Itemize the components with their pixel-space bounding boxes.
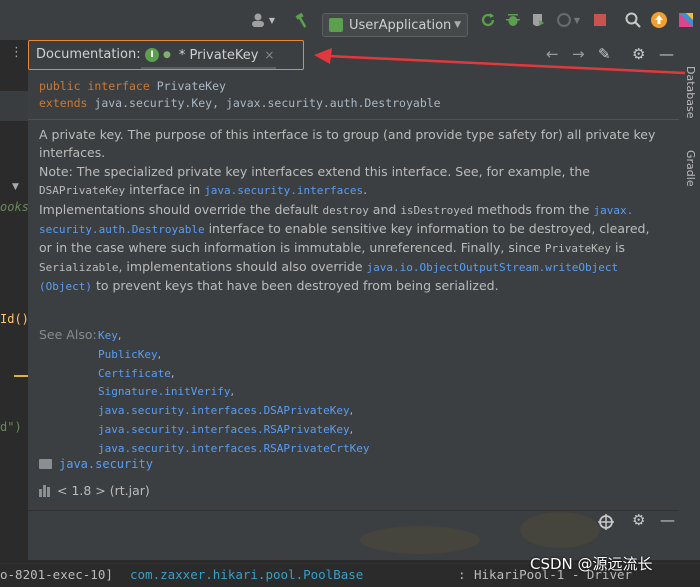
editor-gutter-strip: ⋮ ▼ ooks Id() d") [0, 40, 29, 510]
destroyable-link[interactable]: javax. [593, 204, 633, 217]
text: and [372, 202, 397, 217]
console-logger: com.zaxxer.hikari.pool.PoolBase [130, 567, 364, 582]
text: interface in [129, 182, 201, 197]
text: Implementations should override the defa… [39, 202, 319, 217]
main-toolbar: ▼ UserApplication ▼ ▼ [0, 0, 700, 41]
inline-code: DSAPrivateKey [39, 184, 126, 197]
annotation-arrow-icon [314, 48, 686, 75]
text: . [363, 182, 368, 197]
writeobject-link[interactable]: java.io.ObjectOutputStream.writeObject [367, 261, 619, 274]
supertypes-text: java.security.Key, javax.security.auth.D… [94, 96, 441, 110]
text: , implementations should also override [118, 259, 363, 274]
build-hammer-icon[interactable] [292, 11, 312, 29]
run-configuration-label: UserApplication [349, 17, 452, 33]
inline-code: PrivateKey [544, 242, 612, 255]
more-options-icon[interactable]: ⋮ [10, 45, 23, 60]
editor-fragment: ooks [0, 200, 29, 214]
search-icon[interactable] [624, 11, 642, 29]
declaration-signature: public interface PrivateKey extends java… [39, 78, 441, 112]
keyword-text: public interface [39, 79, 150, 93]
coverage-shield-icon[interactable] [528, 11, 548, 29]
divider [28, 119, 679, 120]
see-also-label: See Also: [39, 327, 97, 342]
description-text: A private key. The purpose of this inter… [39, 126, 664, 297]
see-also-link[interactable]: Certificate [98, 367, 171, 380]
console-thread: o-8201-exec-10] [0, 567, 113, 582]
see-also-link[interactable]: java.security.interfaces.DSAPrivateKey [98, 404, 350, 417]
inline-code: isDestroyed [400, 204, 474, 217]
writeobject-link[interactable]: (Object) [39, 280, 92, 293]
package-folder-icon [39, 459, 52, 469]
debug-bug-icon[interactable] [503, 11, 523, 29]
text: methods from the [477, 202, 590, 217]
documentation-panel: Documentation: I ● * PrivateKey × ← → ✎ … [28, 40, 679, 510]
see-also-link[interactable]: Signature.initVerify [98, 385, 230, 398]
editor-fragment: d") [0, 420, 22, 434]
user-icon[interactable]: ▼ [250, 11, 276, 29]
see-also-list: Key, PublicKey, Certificate, Signature.i… [98, 329, 370, 455]
ide-logo-icon [676, 11, 696, 29]
destroyable-link[interactable]: security.auth.Destroyable [39, 223, 205, 236]
profile-icon[interactable]: ▼ [553, 11, 583, 29]
package-row: java.security [39, 457, 153, 471]
inline-code: destroy [322, 204, 369, 217]
description-paragraph: Note: The specialized private key interf… [39, 163, 664, 200]
console-separator: : [458, 567, 466, 582]
text: Note: The specialized private key interf… [39, 164, 590, 179]
gradle-tool-tab[interactable]: Gradle [684, 150, 697, 187]
update-icon[interactable] [650, 11, 668, 29]
chevron-down-icon: ▼ [454, 20, 461, 30]
text: is [615, 240, 626, 255]
library-icon [39, 484, 51, 497]
annotation-highlight-box [28, 40, 304, 70]
description-paragraph: A private key. The purpose of this inter… [39, 127, 656, 160]
collapse-icon[interactable]: ▼ [12, 182, 19, 192]
run-configuration-select[interactable]: UserApplication ▼ [322, 13, 468, 37]
watermark-text: CSDN @源远流长 [530, 555, 653, 573]
inline-code: Serializable [39, 261, 119, 274]
interface-name: PrivateKey [156, 79, 226, 93]
text: to prevent keys that have been destroyed… [95, 278, 499, 293]
spring-app-icon [329, 18, 343, 32]
library-row: < 1.8 > (rt.jar) [39, 483, 150, 498]
see-also-link[interactable]: PublicKey [98, 348, 158, 361]
description-paragraph: Implementations should override the defa… [39, 201, 664, 296]
see-also-link[interactable]: Key [98, 329, 118, 342]
right-tool-strip: Database Gradle [678, 40, 700, 510]
library-text: < 1.8 > (rt.jar) [57, 483, 150, 498]
rerun-icon[interactable] [478, 11, 498, 29]
package-link[interactable]: java.security.interfaces [204, 184, 363, 197]
keyword-text: extends [39, 96, 88, 110]
see-also-link[interactable]: java.security.interfaces.RSAPrivateKey [98, 423, 350, 436]
editor-fragment: Id() [0, 312, 29, 326]
documentation-body: public interface PrivateKey extends java… [28, 70, 679, 510]
stop-icon[interactable] [592, 11, 608, 29]
package-link[interactable]: java.security [59, 457, 153, 471]
see-also-link[interactable]: java.security.interfaces.RSAPrivateCrtKe… [98, 442, 370, 455]
